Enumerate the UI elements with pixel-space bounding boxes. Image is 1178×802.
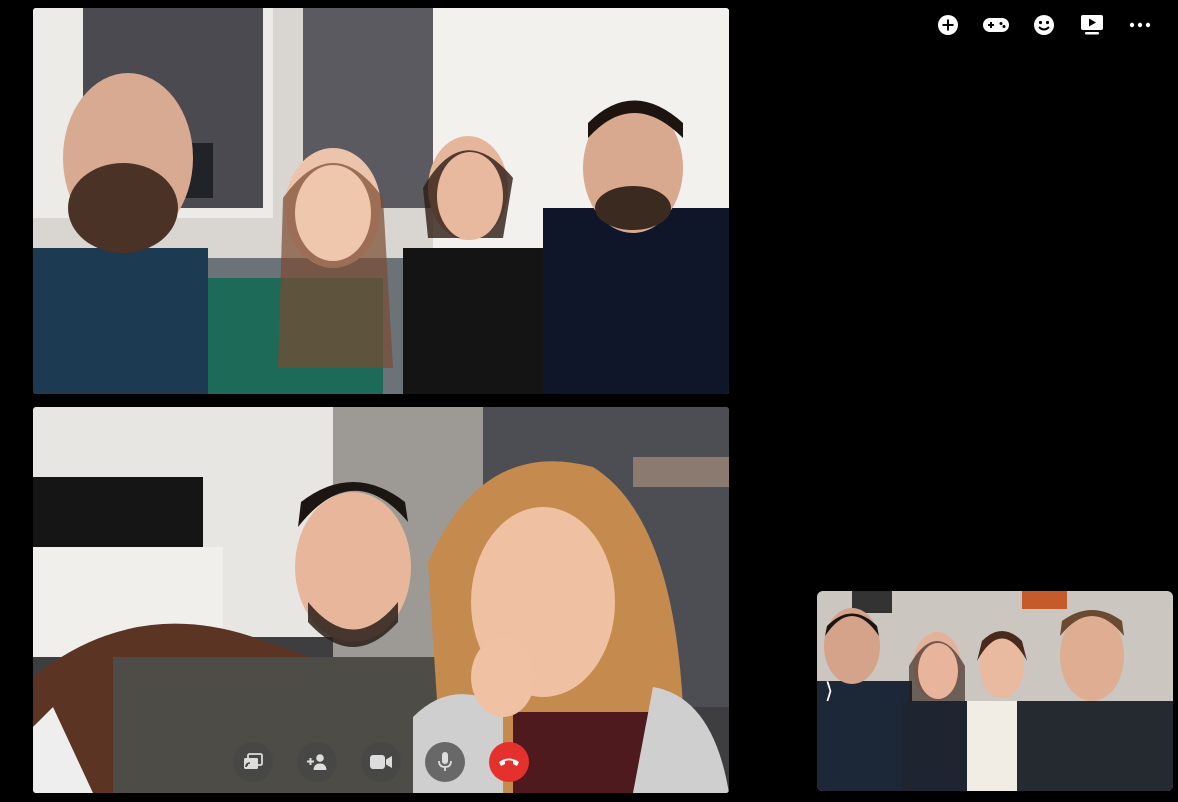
call-controls [33, 740, 729, 784]
self-video-feed [817, 591, 1173, 791]
camera-button[interactable] [361, 742, 401, 782]
end-call-button[interactable] [489, 742, 529, 782]
more-options-icon [1129, 22, 1151, 28]
camera-icon [370, 755, 392, 769]
chevron-right-icon: ⟩ [824, 678, 834, 704]
video-feed [33, 8, 729, 394]
video-feed [33, 407, 729, 793]
microphone-icon [438, 752, 452, 771]
more-options-button[interactable] [1116, 10, 1164, 40]
self-view-collapse-button[interactable]: ⟩ [820, 676, 838, 706]
emoji-icon [1034, 15, 1054, 35]
top-toolbar [924, 10, 1164, 40]
end-call-icon [499, 758, 519, 766]
add-person-button[interactable] [297, 742, 337, 782]
add-icon [938, 15, 958, 35]
add-person-icon [307, 754, 327, 770]
screen-share-button[interactable] [233, 742, 273, 782]
remote-video-1[interactable] [33, 8, 729, 394]
game-controller-icon [983, 18, 1009, 32]
self-view[interactable] [817, 591, 1173, 791]
microphone-button[interactable] [425, 742, 465, 782]
add-button[interactable] [924, 10, 972, 40]
remote-video-2[interactable] [33, 407, 729, 793]
video-call-window: ⟩ [0, 0, 1178, 802]
watch-together-icon [1081, 15, 1103, 35]
reactions-button[interactable] [1020, 10, 1068, 40]
screen-share-icon [244, 753, 263, 769]
watch-together-button[interactable] [1068, 10, 1116, 40]
games-button[interactable] [972, 10, 1020, 40]
